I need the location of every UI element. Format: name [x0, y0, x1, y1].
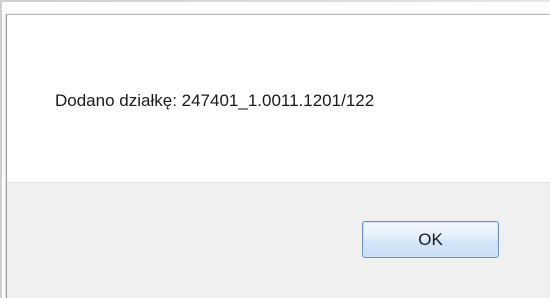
- dialog-message: Dodano działkę: 247401_1.0011.1201/122: [55, 91, 375, 110]
- background-edge-top: [0, 0, 550, 2]
- message-dialog: Dodano działkę: 247401_1.0011.1201/122 O…: [6, 14, 550, 298]
- dialog-content: Dodano działkę: 247401_1.0011.1201/122: [7, 15, 550, 182]
- dialog-footer: OK: [7, 182, 550, 298]
- page: Dodano działkę: 247401_1.0011.1201/122 O…: [0, 0, 550, 298]
- background-edge-left: [0, 0, 2, 298]
- ok-button[interactable]: OK: [362, 221, 499, 258]
